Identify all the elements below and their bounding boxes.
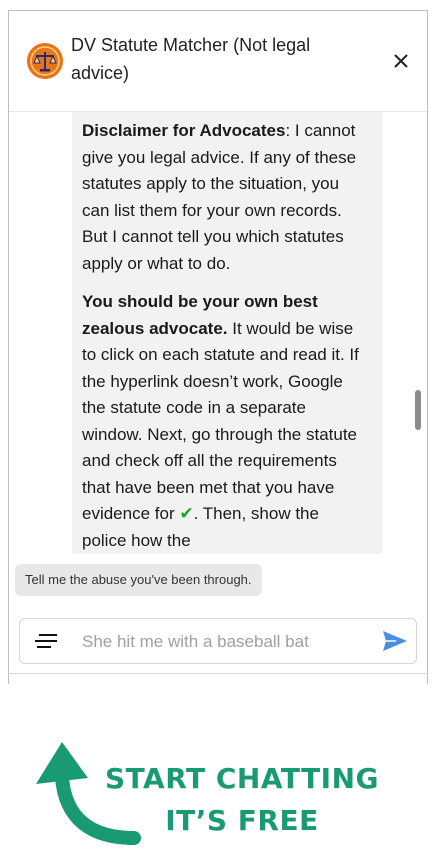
prompt-chip[interactable]: Tell me the abuse you've been through. [15, 564, 262, 596]
bot-message: Disclaimer for Advocates: I cannot give … [72, 112, 382, 554]
message-list[interactable]: Disclaimer for Advocates: I cannot give … [9, 112, 427, 562]
advocate-text: It would be wise to click on each statut… [82, 318, 359, 524]
disclaimer-paragraph: Disclaimer for Advocates: I cannot give … [82, 118, 368, 277]
message-input-box [19, 618, 417, 664]
widget-left-border [8, 674, 9, 684]
advocate-paragraph: You should be your own best zealous advo… [82, 289, 368, 554]
scrollbar[interactable] [415, 116, 421, 558]
banner-text: START CHATTING IT’S FREE [102, 758, 382, 842]
menu-icon[interactable] [35, 634, 57, 648]
send-icon[interactable] [382, 630, 408, 652]
disclaimer-heading: Disclaimer for Advocates [82, 121, 286, 140]
widget-bottom-border [8, 673, 428, 674]
chat-widget: DV Statute Matcher (Not legal advice) Di… [8, 10, 428, 684]
scrollbar-thumb[interactable] [415, 390, 421, 430]
disclaimer-text: : I cannot give you legal advice. If any… [82, 121, 357, 273]
banner-line-1: START CHATTING [104, 762, 380, 795]
scales-of-justice-icon [27, 43, 63, 79]
checkmark-icon: ✔ [179, 504, 194, 523]
chat-header: DV Statute Matcher (Not legal advice) [9, 11, 427, 112]
chat-title: DV Statute Matcher (Not legal advice) [71, 35, 311, 83]
message-input[interactable] [80, 627, 364, 657]
promo-banner[interactable]: START CHATTING IT’S FREE [16, 714, 379, 864]
banner-line-2: IT’S FREE [165, 804, 319, 837]
close-icon[interactable] [393, 53, 409, 69]
